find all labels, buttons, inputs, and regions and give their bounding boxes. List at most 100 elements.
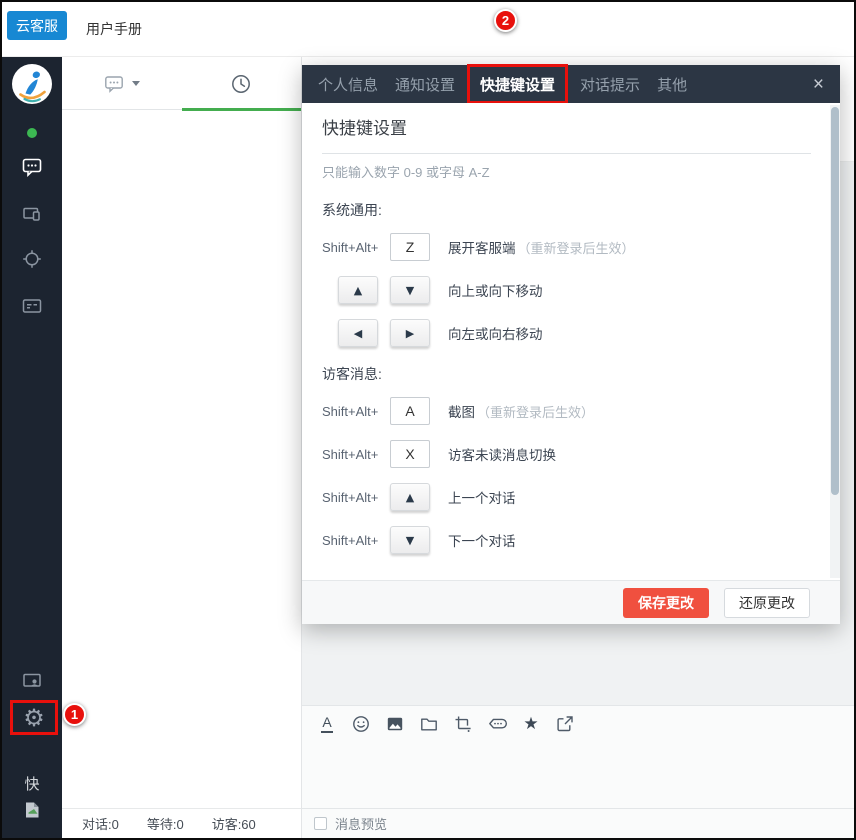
- arrow-up-key-button[interactable]: ▲: [390, 483, 430, 511]
- tab-notification-settings[interactable]: 通知设置: [395, 74, 455, 95]
- revert-changes-button[interactable]: 还原更改: [724, 588, 810, 618]
- composer-toolbar: A: [302, 705, 854, 742]
- conversation-panel: 对话:0 等待:0 访客:60: [62, 57, 302, 838]
- share-button[interactable]: [555, 714, 575, 734]
- save-changes-button[interactable]: 保存更改: [623, 588, 709, 618]
- close-icon[interactable]: ×: [813, 75, 824, 94]
- panel-title: 快捷键设置: [322, 116, 820, 142]
- modifier-label: Shift+Alt+: [322, 533, 390, 548]
- tab-shortcut-settings[interactable]: 快捷键设置: [480, 74, 555, 103]
- tab-other[interactable]: 其他: [657, 74, 687, 95]
- quick-reply-button[interactable]: [487, 714, 507, 734]
- smiley-icon: [351, 714, 371, 734]
- conversation-status-bar: 对话:0 等待:0 访客:60: [62, 808, 301, 838]
- gear-icon: ⚙: [23, 706, 45, 730]
- settings-button[interactable]: ⚙: [10, 700, 58, 735]
- shortcut-desc: 展开客服端: [448, 237, 516, 257]
- arrow-left-key-button[interactable]: ◀: [338, 319, 378, 347]
- shortcut-desc: 向左或向右移动: [448, 323, 543, 343]
- sidebar-item-tracking[interactable]: [2, 247, 62, 271]
- composer-bottom-bar: 消息预览: [302, 808, 854, 838]
- tab-dialog-prompts[interactable]: 对话提示: [580, 74, 640, 95]
- status-visitor-count: 访客:60: [212, 814, 256, 833]
- modal-scrollbar-track[interactable]: [830, 105, 840, 578]
- annotation-step-1-badge: 1: [63, 703, 86, 726]
- folder-icon: [419, 714, 439, 734]
- left-sidebar: ⚙ 快: [2, 57, 62, 838]
- sidebar-item-notes[interactable]: [2, 799, 62, 821]
- active-tab-underline: [182, 108, 302, 111]
- annotation-step-2-badge: 2: [494, 9, 517, 32]
- shortcut-row-previous-dialog: Shift+Alt+ ▲ 上一个对话: [322, 483, 820, 511]
- status-dialog-count: 对话:0: [82, 814, 119, 833]
- settings-modal-footer: 保存更改 还原更改: [302, 580, 840, 624]
- online-status-dot: [27, 128, 37, 138]
- shortcut-desc: 下一个对话: [448, 530, 516, 550]
- arrow-up-key-button[interactable]: ▲: [338, 276, 378, 304]
- clock-icon: [229, 72, 253, 96]
- arrow-right-key-button[interactable]: ▶: [390, 319, 430, 347]
- shortcut-row-next-dialog: Shift+Alt+ ▼ 下一个对话: [322, 526, 820, 554]
- settings-modal: 个人信息 通知设置 快捷键设置 对话提示 其他 × 快捷键设置 只能输入数字 0…: [302, 65, 840, 624]
- message-tag-icon: [487, 714, 507, 734]
- section-visitor-messages: 访客消息:: [322, 364, 820, 384]
- shortcut-desc: 截图: [448, 401, 475, 421]
- conversation-tab-bar: [62, 57, 301, 110]
- section-system-general: 系统通用:: [322, 200, 820, 220]
- shortcut-key-input[interactable]: [390, 440, 430, 468]
- tab-history[interactable]: [182, 57, 302, 110]
- arrow-down-key-button[interactable]: ▼: [390, 526, 430, 554]
- quick-reply-shortcut-label[interactable]: 快: [2, 773, 62, 794]
- image-button[interactable]: [385, 714, 405, 734]
- avatar-logo-icon: [12, 64, 52, 104]
- tab-active-chats[interactable]: [62, 57, 182, 110]
- status-waiting-count: 等待:0: [147, 814, 184, 833]
- font-format-button[interactable]: A: [317, 714, 337, 734]
- emoji-button[interactable]: [351, 714, 371, 734]
- modifier-label: Shift+Alt+: [322, 240, 390, 255]
- screen-person-icon: [20, 669, 44, 693]
- shortcut-key-input[interactable]: [390, 233, 430, 261]
- shortcut-row-expand-client: Shift+Alt+ 展开客服端 （重新登录后生效）: [322, 233, 820, 261]
- user-manual-tab[interactable]: 用户手册: [86, 19, 142, 39]
- crop-icon: [453, 714, 473, 734]
- folder-button[interactable]: [419, 714, 439, 734]
- chat-bubble-icon: [20, 155, 44, 179]
- arrow-down-key-button[interactable]: ▼: [390, 276, 430, 304]
- chat-filter-icon: [103, 73, 125, 95]
- modal-scrollbar-thumb[interactable]: [831, 107, 839, 495]
- shortcut-note: （重新登录后生效）: [518, 238, 635, 257]
- crosshair-icon: [20, 247, 44, 271]
- top-bar: 云客服 用户手册: [2, 2, 854, 57]
- image-icon: [385, 714, 405, 734]
- sidebar-item-remote-desktop[interactable]: [2, 669, 62, 693]
- shortcut-key-input[interactable]: [390, 397, 430, 425]
- modifier-label: Shift+Alt+: [322, 404, 390, 419]
- document-icon: [21, 799, 43, 821]
- message-input-area[interactable]: [302, 742, 854, 808]
- modifier-label: Shift+Alt+: [322, 447, 390, 462]
- sidebar-item-conversations[interactable]: [2, 155, 62, 179]
- sidebar-item-monitor[interactable]: [2, 202, 62, 226]
- sidebar-item-cards[interactable]: [2, 294, 62, 318]
- screenshot-button[interactable]: [453, 714, 473, 734]
- shortcut-desc: 上一个对话: [448, 487, 516, 507]
- favorites-button[interactable]: ★: [521, 714, 541, 734]
- shortcut-row-unread-toggle: Shift+Alt+ 访客未读消息切换: [322, 440, 820, 468]
- tab-personal-info[interactable]: 个人信息: [318, 74, 378, 95]
- shortcut-row-move-vertical: ▲ ▼ 向上或向下移动: [322, 276, 820, 304]
- font-icon: A: [321, 715, 332, 733]
- shortcut-settings-panel: 快捷键设置 只能输入数字 0-9 或字母 A-Z 系统通用: Shift+Alt…: [302, 103, 840, 580]
- shortcut-row-move-horizontal: ◀ ▶ 向左或向右移动: [322, 319, 820, 347]
- message-preview-checkbox[interactable]: [314, 817, 327, 830]
- shortcut-note: （重新登录后生效）: [477, 402, 594, 421]
- title-divider: [322, 153, 811, 154]
- shortcut-desc: 访客未读消息切换: [448, 444, 556, 464]
- shortcut-desc: 向上或向下移动: [448, 280, 543, 300]
- devices-icon: [20, 202, 44, 226]
- id-card-icon: [20, 294, 44, 318]
- agent-avatar[interactable]: [12, 64, 52, 104]
- app-window: 云客服 用户手册: [0, 0, 856, 840]
- message-preview-label: 消息预览: [335, 814, 387, 833]
- brand-tab-cloud-service[interactable]: 云客服: [7, 11, 67, 40]
